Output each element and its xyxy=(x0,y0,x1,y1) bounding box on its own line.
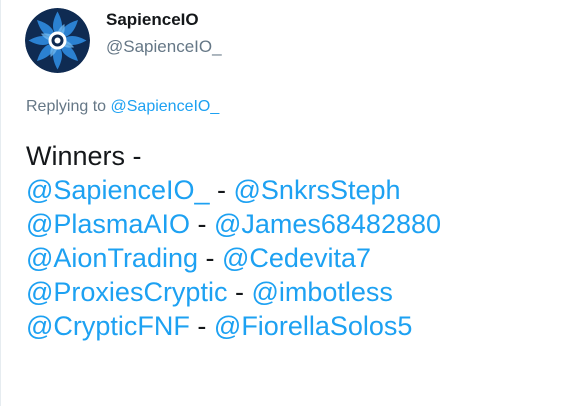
mention-link[interactable]: @James68482880 xyxy=(214,209,441,239)
mention-link[interactable]: @SnkrsSteph xyxy=(234,175,401,205)
author-screen-name[interactable]: @SapienceIO_ xyxy=(106,36,222,58)
separator: - xyxy=(209,175,234,205)
winners-line: @ProxiesCryptic - @imbotless xyxy=(26,275,441,309)
replying-to-label: Replying to xyxy=(26,98,107,115)
mention-link[interactable]: @FiorellaSolos5 xyxy=(214,311,413,341)
tweet-heading: Winners - xyxy=(26,141,142,171)
winners-line: @SapienceIO_ - @SnkrsSteph xyxy=(26,173,441,207)
star-flower-logo-icon xyxy=(25,8,90,73)
author-avatar[interactable] xyxy=(25,8,90,73)
mention-link[interactable]: @CrypticFNF xyxy=(26,311,190,341)
winners-line: @CrypticFNF - @FiorellaSolos5 xyxy=(26,309,441,343)
mention-link[interactable]: @AionTrading xyxy=(26,243,198,273)
separator: - xyxy=(198,243,222,273)
author-display-name[interactable]: SapienceIO xyxy=(106,9,222,31)
mention-link[interactable]: @PlasmaAIO xyxy=(26,209,190,239)
winners-line: @AionTrading - @Cedevita7 xyxy=(26,241,441,275)
separator: - xyxy=(227,277,252,307)
mention-link[interactable]: @SapienceIO_ xyxy=(26,175,210,205)
winners-line: @PlasmaAIO - @James68482880 xyxy=(26,207,441,241)
replying-to: Replying to @SapienceIO_ xyxy=(26,96,219,118)
separator: - xyxy=(189,311,214,341)
tweet-card: SapienceIO @SapienceIO_ Replying to @Sap… xyxy=(0,0,583,406)
mention-link[interactable]: @imbotless xyxy=(251,277,392,307)
mention-link[interactable]: @ProxiesCryptic xyxy=(26,277,227,307)
replying-to-mention-link[interactable]: @SapienceIO_ xyxy=(111,98,220,115)
mention-link[interactable]: @Cedevita7 xyxy=(222,243,371,273)
tweet-text: Winners - @SapienceIO_ - @SnkrsSteph @Pl… xyxy=(26,139,441,343)
separator: - xyxy=(189,209,214,239)
author-names: SapienceIO @SapienceIO_ xyxy=(106,9,222,58)
